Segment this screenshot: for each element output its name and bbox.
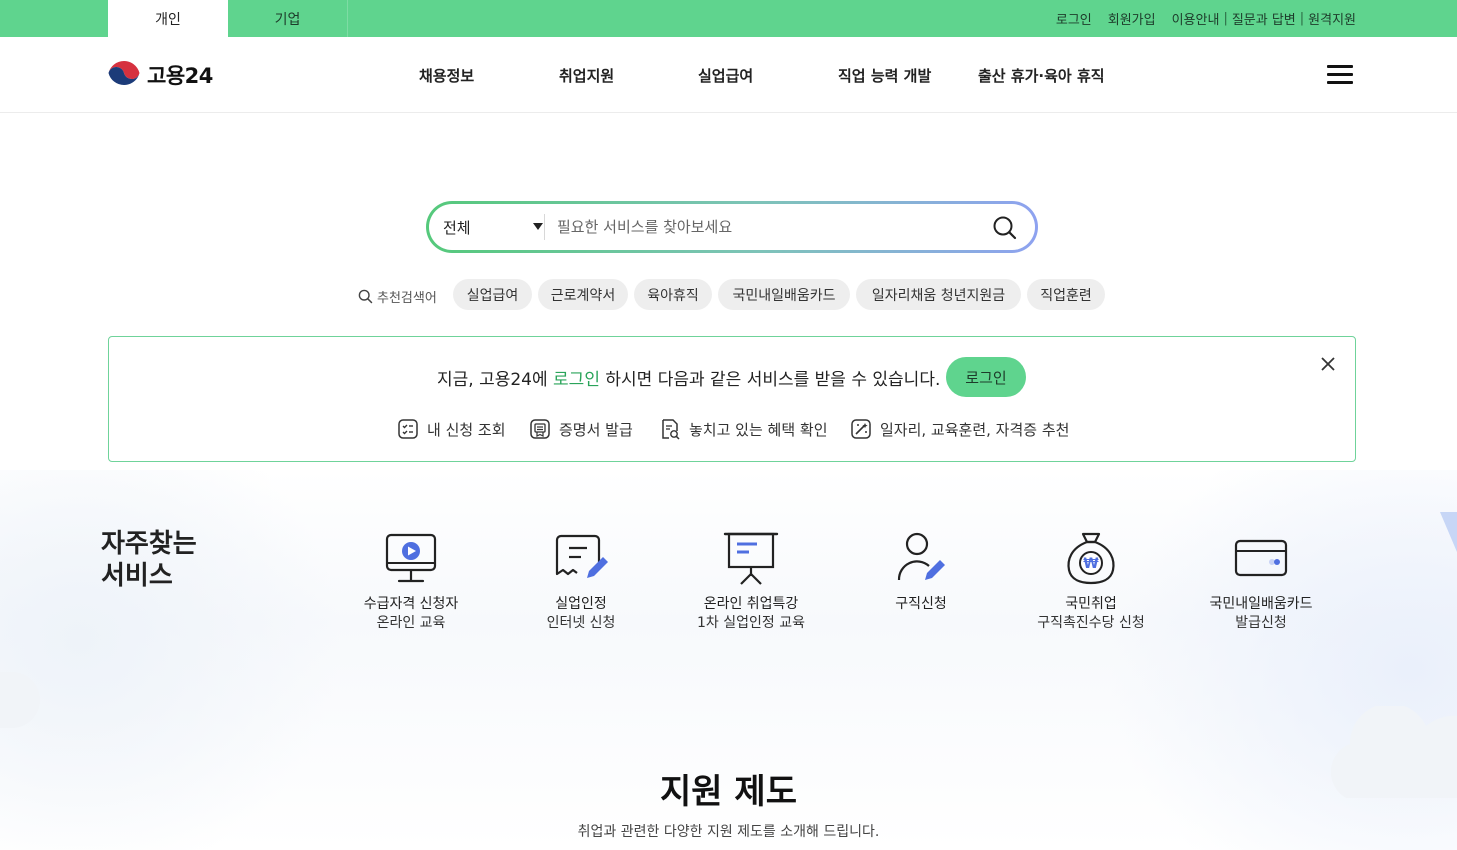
notice-msg-prefix: 지금, 고용24에	[437, 370, 554, 390]
service-label: 실업인정	[555, 596, 607, 612]
nav-employment-support[interactable]: 취업지원	[559, 65, 614, 86]
video-monitor-icon	[385, 533, 437, 583]
login-link[interactable]: 로그인	[1056, 9, 1092, 28]
nav-job-info[interactable]: 채용정보	[419, 65, 474, 86]
credit-card-icon	[1234, 539, 1288, 577]
benefit-my-applications: 내 신청 조회	[397, 418, 506, 440]
benefit-recommendations: 일자리, 교육훈련, 자격증 추천	[850, 418, 1069, 440]
caret-down-icon	[533, 223, 543, 230]
service-label: 국민취업	[1065, 596, 1117, 612]
benefit-label: 내 신청 조회	[427, 420, 506, 439]
recommended-keywords-label: 추천검색어	[358, 287, 437, 306]
certificate-icon	[530, 419, 550, 439]
checklist-icon	[398, 419, 418, 439]
notice-msg-suffix: 하시면 다음과 같은 서비스를 받을 수 있습니다.	[599, 370, 941, 390]
title-line: 자주찾는	[101, 529, 197, 559]
support-section-description: 취업과 관련한 다양한 지원 제도를 소개해 드립니다.	[577, 824, 880, 840]
keyword-chip[interactable]: 직업훈련	[1027, 279, 1105, 310]
main-header: 고용24 채용정보 취업지원 실업급여 직업 능력 개발 출산 휴가·육아 휴직	[0, 37, 1457, 113]
search-icon	[358, 289, 373, 304]
keyword-chip[interactable]: 육아휴직	[634, 279, 712, 310]
keyword-chip[interactable]: 일자리채움 청년지원금	[856, 279, 1021, 310]
search-input[interactable]	[557, 212, 977, 242]
service-job-application[interactable]: 구직신청	[836, 530, 1006, 614]
benefit-label: 증명서 발급	[559, 420, 633, 439]
nav-unemployment-benefit[interactable]: 실업급여	[698, 65, 753, 86]
hamburger-icon[interactable]	[1327, 65, 1353, 85]
service-sublabel: 인터넷 신청	[546, 615, 616, 631]
nav-vocational-training[interactable]: 직업 능력 개발	[838, 65, 931, 86]
tab-corporate[interactable]: 기업	[228, 0, 348, 37]
top-utility-bar: 개인 기업 로그인 회원가입 이용안내 | 질문과 답변 | 원격지원	[0, 0, 1457, 37]
search-icon[interactable]	[992, 215, 1018, 241]
separator: |	[1223, 11, 1228, 26]
keyword-chip[interactable]: 근로계약서	[538, 279, 628, 310]
magic-wand-icon	[851, 419, 871, 439]
benefit-missed-benefits: 놓치고 있는 혜택 확인	[659, 418, 828, 440]
service-label: 온라인 취업특강	[703, 596, 799, 612]
keyword-chip[interactable]: 국민내일배움카드	[718, 279, 850, 310]
signup-link[interactable]: 회원가입	[1108, 9, 1156, 28]
service-sublabel: 온라인 교육	[376, 615, 446, 631]
service-sublabel: 1차 실업인정 교육	[697, 615, 805, 631]
nav-parental-leave[interactable]: 출산 휴가·육아 휴직	[978, 65, 1105, 86]
search-category-value: 전체	[443, 218, 471, 237]
money-bag-icon: ₩	[1067, 532, 1115, 585]
svg-text:₩: ₩	[1083, 556, 1099, 572]
guide-link[interactable]: 이용안내	[1172, 9, 1220, 28]
service-unemployment-recognition[interactable]: 실업인정 인터넷 신청	[496, 530, 666, 633]
frequent-services-title: 자주찾는 서비스	[101, 528, 197, 592]
service-online-lecture[interactable]: 온라인 취업특강 1차 실업인정 교육	[666, 530, 836, 633]
document-search-icon	[662, 419, 680, 440]
triangle-decoration	[1440, 512, 1457, 552]
login-notice-message: 지금, 고용24에 로그인 하시면 다음과 같은 서비스를 받을 수 있습니다.	[437, 365, 940, 390]
service-sublabel: 발급신청	[1235, 615, 1287, 631]
presentation-board-icon	[723, 532, 779, 585]
keyword-chip[interactable]: 실업급여	[453, 279, 532, 310]
benefit-certificate: 증명서 발급	[529, 418, 633, 440]
service-job-seeking-allowance[interactable]: ₩ 국민취업 구직촉진수당 신청	[1006, 530, 1176, 633]
benefit-label: 일자리, 교육훈련, 자격증 추천	[880, 420, 1070, 439]
document-edit-icon	[555, 534, 608, 578]
recommended-label-text: 추천검색어	[377, 291, 437, 306]
search-bar: 전체	[426, 201, 1038, 253]
separator: |	[1299, 11, 1305, 26]
login-notice-box: 지금, 고용24에 로그인 하시면 다음과 같은 서비스를 받을 수 있습니다.…	[108, 336, 1356, 462]
service-label: 수급자격 신청자	[363, 596, 459, 612]
service-learning-card[interactable]: 국민내일배움카드 발급신청	[1176, 530, 1346, 633]
service-online-education[interactable]: 수급자격 신청자 온라인 교육	[326, 530, 496, 633]
remote-support-link[interactable]: 원격지원	[1308, 9, 1356, 28]
title-line: 서비스	[101, 561, 173, 591]
login-button[interactable]: 로그인	[946, 357, 1026, 397]
close-icon[interactable]	[1319, 355, 1337, 373]
service-label: 구직신청	[895, 596, 947, 612]
support-section-title: 지원 제도	[660, 772, 797, 812]
person-edit-icon	[897, 532, 945, 581]
tab-personal[interactable]: 개인	[108, 0, 228, 37]
service-sublabel: 구직촉진수당 신청	[1037, 615, 1145, 631]
search-category-select[interactable]: 전체	[443, 204, 543, 250]
service-label: 국민내일배움카드	[1209, 596, 1313, 612]
qna-link[interactable]: 질문과 답변	[1232, 9, 1296, 28]
main-navigation: 채용정보 취업지원 실업급여 직업 능력 개발 출산 휴가·육아 휴직	[0, 37, 1457, 113]
notice-msg-highlight: 로그인	[553, 370, 600, 390]
benefit-label: 놓치고 있는 혜택 확인	[689, 420, 828, 439]
divider	[544, 214, 545, 240]
utility-links: 로그인 회원가입 이용안내 | 질문과 답변 | 원격지원	[1056, 0, 1356, 37]
